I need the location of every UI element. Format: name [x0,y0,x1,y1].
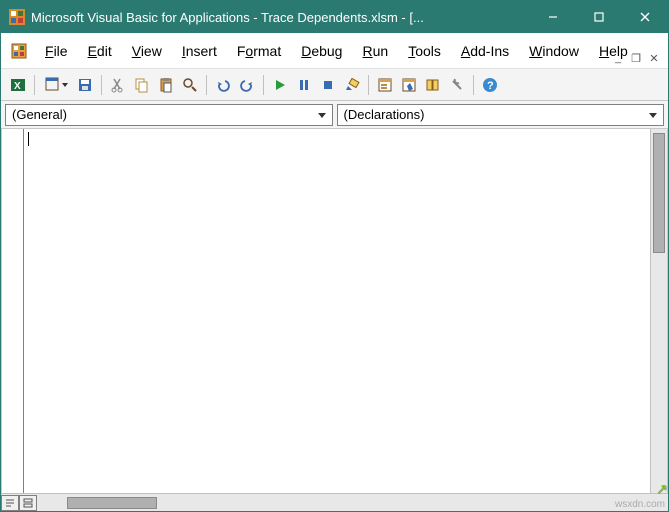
copy-button[interactable] [131,74,153,96]
reset-button[interactable] [317,74,339,96]
svg-text:X: X [14,81,21,92]
horizontal-scrollbar[interactable] [41,495,668,511]
vba-app-icon [9,9,25,25]
separator [263,75,264,95]
vba-window: Microsoft Visual Basic for Applications … [0,0,669,512]
save-button[interactable] [74,74,96,96]
full-module-view-button[interactable] [19,495,37,511]
procedure-view-button[interactable] [1,495,19,511]
menu-file[interactable]: File [35,39,78,63]
menu-bar: File Edit View Insert Format Debug Run T… [1,33,668,69]
paste-button[interactable] [155,74,177,96]
run-button[interactable] [269,74,291,96]
close-button[interactable] [622,1,668,33]
project-explorer-button[interactable] [374,74,396,96]
find-button[interactable] [179,74,201,96]
object-browser-button[interactable] [422,74,444,96]
watermark-text: wsxdn.com [615,499,665,510]
menu-run[interactable]: Run [352,39,398,63]
object-combobox[interactable]: (General) [5,104,333,126]
menu-debug[interactable]: Debug [291,39,352,63]
mdi-close-icon[interactable]: ✕ [646,50,662,66]
text-caret [28,132,29,146]
code-area [1,129,668,493]
menu-view[interactable]: View [122,39,172,63]
resize-cursor-icon: ↗ [656,481,668,498]
code-editor[interactable] [24,129,650,493]
titlebar: Microsoft Visual Basic for Applications … [1,1,668,33]
insert-userform-button[interactable] [40,74,72,96]
break-button[interactable] [293,74,315,96]
separator [206,75,207,95]
scrollbar-thumb[interactable] [653,133,665,253]
bottom-bar [1,493,668,511]
vertical-scrollbar[interactable] [650,129,667,493]
chevron-down-icon [645,107,661,123]
margin-indicator-bar[interactable] [2,129,24,493]
maximize-button[interactable] [576,1,622,33]
svg-text:?: ? [487,80,494,92]
scrollbar-thumb[interactable] [67,497,157,509]
mdi-controls: _ ❐ ✕ [610,50,662,66]
menu-format[interactable]: Format [227,39,291,63]
separator [101,75,102,95]
procedure-combobox-value: (Declarations) [344,107,425,122]
window-title: Microsoft Visual Basic for Applications … [31,10,530,25]
mdi-restore-icon[interactable]: ❐ [628,50,644,66]
menu-insert[interactable]: Insert [172,39,227,63]
object-combobox-value: (General) [12,107,67,122]
menu-tools[interactable]: Tools [398,39,451,63]
separator [368,75,369,95]
minimize-button[interactable] [530,1,576,33]
design-mode-button[interactable] [341,74,363,96]
cut-button[interactable] [107,74,129,96]
help-button[interactable]: ? [479,74,501,96]
toolbox-button[interactable] [446,74,468,96]
code-pane-header: (General) (Declarations) [1,101,668,129]
standard-toolbar: X ? [1,69,668,101]
separator [473,75,474,95]
view-excel-button[interactable]: X [7,74,29,96]
menu-window[interactable]: Window [519,39,589,63]
menu-edit[interactable]: Edit [78,39,122,63]
separator [34,75,35,95]
mdi-minimize-icon[interactable]: _ [610,50,626,66]
menu-addins[interactable]: Add-Ins [451,39,519,63]
chevron-down-icon [314,107,330,123]
properties-window-button[interactable] [398,74,420,96]
procedure-combobox[interactable]: (Declarations) [337,104,665,126]
redo-button[interactable] [236,74,258,96]
host-excel-icon[interactable] [9,41,29,61]
undo-button[interactable] [212,74,234,96]
